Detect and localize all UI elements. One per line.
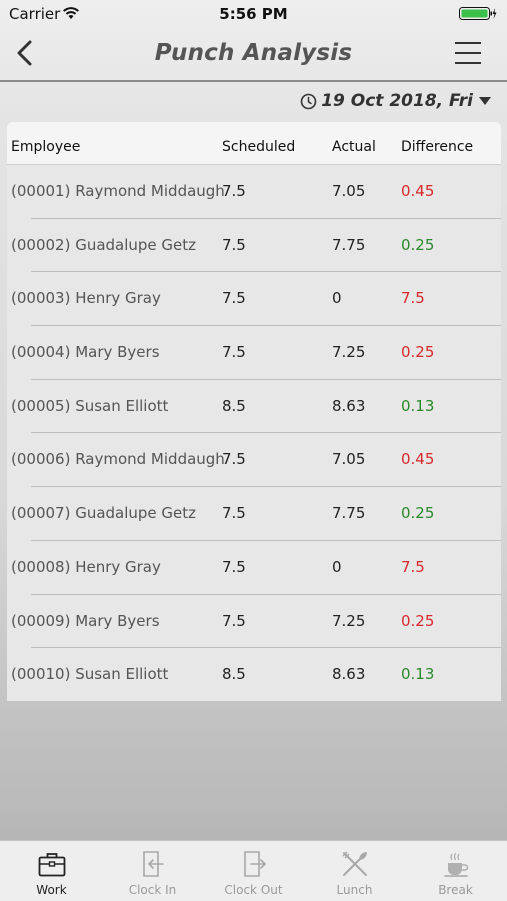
- cell-actual: 0: [332, 557, 342, 576]
- menu-bar-line: [455, 42, 481, 44]
- cell-scheduled: 7.5: [222, 557, 246, 576]
- tab-clock-out[interactable]: Clock Out: [203, 841, 304, 901]
- cell-actual: 7.75: [332, 504, 366, 523]
- cell-actual: 7.75: [332, 235, 366, 254]
- cell-actual: 0: [332, 289, 342, 308]
- cell-scheduled: 7.5: [222, 182, 246, 200]
- cell-scheduled: 8.5: [222, 665, 246, 684]
- tab-work[interactable]: Work: [1, 841, 102, 901]
- cell-actual: 7.05: [332, 182, 366, 200]
- date-picker[interactable]: 19 Oct 2018, Fri: [300, 88, 491, 114]
- cell-scheduled: 7.5: [222, 289, 246, 308]
- clock-icon: [300, 93, 317, 109]
- briefcase-icon: [38, 853, 66, 877]
- cell-difference: 0.25: [401, 235, 435, 254]
- table-row[interactable]: (00003) Henry Gray 7.5 0 7.5: [7, 272, 501, 326]
- cell-actual: 7.25: [332, 611, 366, 630]
- table-header-row: Employee Scheduled Actual Difference: [7, 122, 501, 165]
- table-row[interactable]: (00010) Susan Elliott 8.5 8.63 0.13: [7, 648, 501, 701]
- hamburger-menu-icon[interactable]: [455, 42, 481, 64]
- status-time: 5:56 PM: [219, 5, 288, 23]
- cell-scheduled: 7.5: [222, 504, 246, 523]
- tab-label: Clock Out: [224, 883, 283, 897]
- table-row[interactable]: (00002) Guadalupe Getz 7.5 7.75 0.25: [7, 219, 501, 273]
- clock-out-icon: [244, 851, 266, 877]
- status-bar: Carrier 5:56 PM: [0, 0, 507, 28]
- tab-label: Clock In: [128, 883, 177, 897]
- table-body: (00001) Raymond Middaugh 7.5 7.05 0.45 (…: [7, 165, 501, 701]
- table-row[interactable]: (00001) Raymond Middaugh 7.5 7.05 0.45: [7, 165, 501, 219]
- cell-difference: 7.5: [401, 289, 425, 308]
- cell-actual: 7.05: [332, 450, 366, 469]
- cell-difference: 0.13: [401, 396, 435, 415]
- cell-difference: 0.45: [401, 182, 435, 200]
- table-row[interactable]: (00008) Henry Gray 7.5 0 7.5: [7, 541, 501, 595]
- clock-in-icon: [143, 851, 164, 877]
- tab-label: Break: [438, 883, 473, 897]
- cell-employee: (00005) Susan Elliott: [11, 396, 169, 415]
- cell-employee: (00002) Guadalupe Getz: [11, 235, 197, 254]
- tab-label: Work: [36, 883, 67, 897]
- table-row[interactable]: (00005) Susan Elliott 8.5 8.63 0.13: [7, 380, 501, 434]
- table-row[interactable]: (00004) Mary Byers 7.5 7.25 0.25: [7, 326, 501, 380]
- cell-scheduled: 8.5: [222, 396, 246, 415]
- page-title: Punch Analysis: [154, 40, 353, 66]
- table-row[interactable]: (00006) Raymond Middaugh 7.5 7.05 0.45: [7, 433, 501, 487]
- cell-employee: (00006) Raymond Middaugh: [11, 450, 225, 469]
- cell-employee: (00004) Mary Byers: [11, 343, 160, 362]
- cell-actual: 8.63: [332, 396, 366, 415]
- cell-actual: 8.63: [332, 665, 366, 684]
- cell-difference: 0.45: [401, 450, 435, 469]
- tab-clock-in[interactable]: Clock In: [102, 841, 203, 901]
- bottom-tab-bar: Work Clock In Clock Out Lunch Break: [0, 840, 507, 901]
- cell-difference: 7.5: [401, 557, 425, 576]
- cell-actual: 7.25: [332, 343, 366, 362]
- cell-difference: 0.25: [401, 504, 435, 523]
- battery-icon: [459, 7, 497, 20]
- cell-employee: (00008) Henry Gray: [11, 557, 161, 576]
- cell-difference: 0.25: [401, 343, 435, 362]
- tab-label: Lunch: [336, 883, 373, 897]
- cell-employee: (00007) Guadalupe Getz: [11, 504, 197, 523]
- cell-scheduled: 7.5: [222, 450, 246, 469]
- navigation-bar: Punch Analysis: [0, 28, 507, 82]
- cell-scheduled: 7.5: [222, 235, 246, 254]
- cell-scheduled: 7.5: [222, 611, 246, 630]
- cell-difference: 0.13: [401, 665, 435, 684]
- tab-break[interactable]: Break: [405, 841, 506, 901]
- date-value: 19 Oct 2018, Fri: [321, 91, 473, 111]
- cell-employee: (00001) Raymond Middaugh: [11, 182, 225, 200]
- cell-employee: (00003) Henry Gray: [11, 289, 161, 308]
- fork-knife-icon: [342, 851, 367, 876]
- menu-bar-line: [455, 52, 481, 54]
- cell-difference: 0.25: [401, 611, 435, 630]
- dropdown-caret-icon: [479, 97, 491, 105]
- cell-employee: (00009) Mary Byers: [11, 611, 160, 630]
- cell-scheduled: 7.5: [222, 343, 246, 362]
- menu-bar-line: [455, 62, 481, 64]
- coffee-cup-icon: [444, 852, 469, 877]
- tab-lunch[interactable]: Lunch: [304, 841, 405, 901]
- table-row[interactable]: (00009) Mary Byers 7.5 7.25 0.25: [7, 595, 501, 649]
- table-row[interactable]: (00007) Guadalupe Getz 7.5 7.75 0.25: [7, 487, 501, 541]
- punch-table: Employee Scheduled Actual Difference (00…: [7, 122, 501, 701]
- cell-employee: (00010) Susan Elliott: [11, 665, 169, 684]
